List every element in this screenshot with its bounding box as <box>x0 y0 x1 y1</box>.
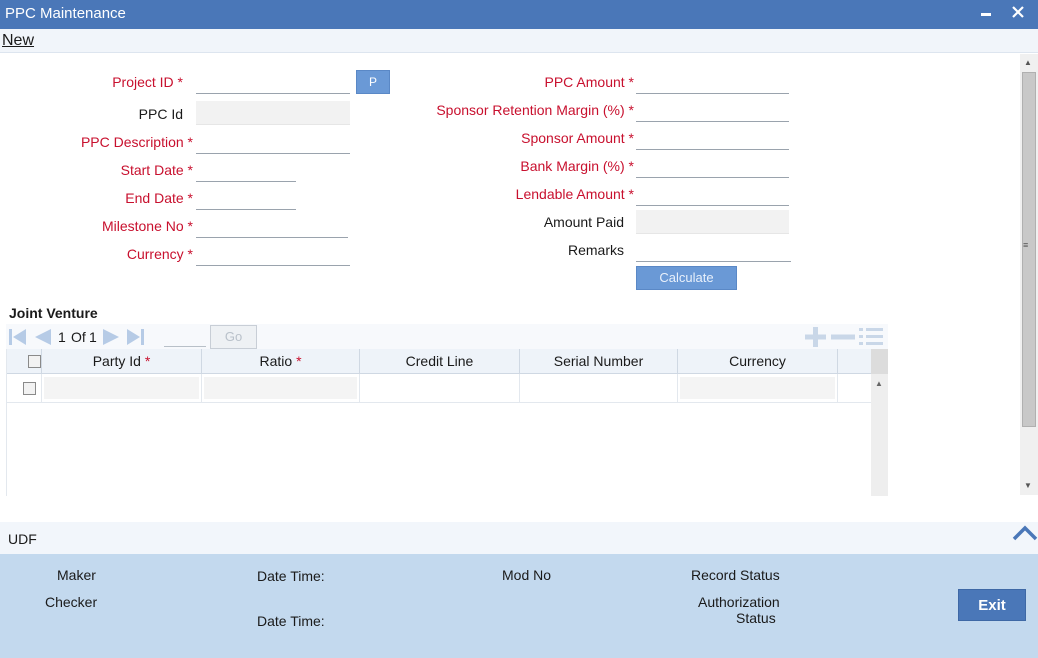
delete-row-icon[interactable] <box>830 326 856 351</box>
column-header-spacer <box>838 349 872 374</box>
sponsor-amount-input[interactable] <box>636 126 789 150</box>
checker-label: Checker <box>45 594 98 610</box>
previous-page-icon[interactable] <box>32 328 52 346</box>
ratio-cell[interactable] <box>202 374 360 403</box>
select-all-checkbox[interactable] <box>28 355 41 368</box>
amount-paid-label: Amount Paid <box>543 214 624 230</box>
grid-scrollbar[interactable]: ▲ <box>871 349 888 496</box>
project-id-input[interactable] <box>196 70 350 94</box>
joint-venture-grid: Party Id * Ratio * Credit Line Serial Nu… <box>6 349 872 496</box>
joint-venture-title: Joint Venture <box>9 305 98 321</box>
mod-no-label: Mod No <box>502 567 552 583</box>
sponsor-retention-margin-label: Sponsor Retention Margin (%) * <box>436 102 634 118</box>
first-page-icon[interactable] <box>8 328 28 346</box>
ppc-id-field <box>196 101 350 125</box>
remarks-label: Remarks <box>567 242 624 258</box>
serial-number-cell[interactable] <box>520 374 678 403</box>
scroll-up-icon[interactable]: ▲ <box>1024 58 1032 67</box>
column-header-currency[interactable]: Currency <box>678 349 838 374</box>
party-id-cell[interactable] <box>42 374 202 403</box>
start-date-input[interactable] <box>196 158 296 182</box>
milestone-no-input[interactable] <box>196 214 348 238</box>
page-number-input[interactable] <box>164 327 206 347</box>
pager-current: 1 <box>58 329 66 345</box>
table-row <box>7 374 872 403</box>
currency-label: Currency * <box>126 246 193 262</box>
column-header-serial-number[interactable]: Serial Number <box>520 349 678 374</box>
calculate-button[interactable]: Calculate <box>636 266 737 290</box>
maker-date-time-label: Date Time: <box>257 568 325 584</box>
udf-label[interactable]: UDF <box>8 531 37 547</box>
ppc-description-label: PPC Description * <box>80 134 193 150</box>
sponsor-amount-label: Sponsor Amount * <box>521 130 634 146</box>
window-title: PPC Maintenance <box>5 5 126 22</box>
maker-label: Maker <box>57 567 96 583</box>
toolbar: New <box>0 29 1038 53</box>
checker-date-time-label: Date Time: <box>257 613 325 629</box>
end-date-label: End Date * <box>125 190 193 206</box>
amount-paid-field <box>636 210 789 234</box>
grid-scroll-up-icon[interactable]: ▲ <box>875 379 883 388</box>
single-view-icon[interactable] <box>858 326 884 351</box>
minimize-icon[interactable] <box>976 2 996 24</box>
credit-line-cell[interactable] <box>360 374 520 403</box>
window-titlebar: PPC Maintenance <box>0 0 1038 29</box>
new-link[interactable]: New <box>2 32 34 50</box>
ppc-id-label: PPC Id <box>138 106 183 122</box>
add-row-icon[interactable] <box>803 326 827 351</box>
scroll-down-icon[interactable]: ▼ <box>1024 481 1032 490</box>
audit-footer: Maker Checker Date Time: Date Time: Mod … <box>0 554 1038 658</box>
ppc-description-input[interactable] <box>196 130 350 154</box>
close-icon[interactable] <box>1008 2 1028 24</box>
milestone-no-label: Milestone No * <box>101 218 193 234</box>
pager-of-label: Of <box>71 329 86 345</box>
column-header-party-id[interactable]: Party Id * <box>42 349 202 374</box>
authorization-status-label-line2: Status <box>736 610 776 626</box>
currency-cell[interactable] <box>678 374 838 403</box>
authorization-status-label-line1: Authorization <box>698 594 780 610</box>
ppc-amount-input[interactable] <box>636 70 789 94</box>
remarks-input[interactable] <box>636 238 791 262</box>
go-button[interactable]: Go <box>210 325 257 349</box>
column-header-credit-line[interactable]: Credit Line <box>360 349 520 374</box>
start-date-label: Start Date * <box>120 162 193 178</box>
chevron-up-icon[interactable] <box>1012 524 1038 545</box>
record-status-label: Record Status <box>691 567 780 583</box>
project-id-label: Project ID * <box>112 74 183 90</box>
pager-total: 1 <box>89 329 97 345</box>
lendable-amount-input[interactable] <box>636 182 789 206</box>
main-content: Project ID * P PPC Id PPC Description * … <box>0 54 1038 522</box>
end-date-input[interactable] <box>196 186 296 210</box>
lendable-amount-label: Lendable Amount * <box>515 186 634 202</box>
bank-margin-input[interactable] <box>636 154 789 178</box>
udf-bar: UDF <box>0 522 1038 554</box>
project-lov-button[interactable]: P <box>356 70 390 94</box>
last-page-icon[interactable] <box>126 328 146 346</box>
column-header-ratio[interactable]: Ratio * <box>202 349 360 374</box>
exit-button[interactable]: Exit <box>958 589 1026 621</box>
bank-margin-label: Bank Margin (%) * <box>520 158 634 174</box>
sponsor-retention-margin-input[interactable] <box>636 98 789 122</box>
row-select-cell <box>7 374 42 403</box>
row-checkbox[interactable] <box>23 382 36 395</box>
ppc-amount-label: PPC Amount * <box>544 74 635 90</box>
currency-input[interactable] <box>196 242 350 266</box>
grid-header: Party Id * Ratio * Credit Line Serial Nu… <box>7 349 872 374</box>
grid-toolbar: 1 Of 1 Go <box>6 324 888 350</box>
row-spacer-cell <box>838 374 872 403</box>
page-scrollbar[interactable]: ▲ ≡ ▼ <box>1020 54 1038 495</box>
next-page-icon[interactable] <box>102 328 122 346</box>
select-all-cell <box>7 349 42 374</box>
scrollbar-grip-icon: ≡ <box>1023 240 1029 250</box>
